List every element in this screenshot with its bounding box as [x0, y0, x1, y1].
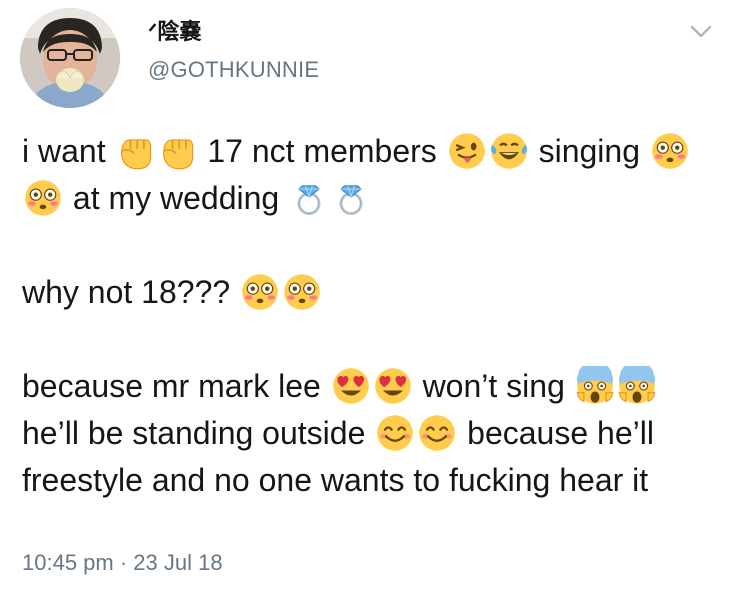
flushed-face-emoji-icon — [23, 178, 63, 218]
flushed-face-emoji-icon — [282, 272, 322, 312]
tweet-text-segment: singing — [538, 133, 640, 169]
ring-emoji-icon — [331, 178, 371, 218]
tweet-header: ᐟ陰嚢 @GOTHKUNNIE — [0, 0, 735, 112]
tweet-paragraph-3: because mr mark lee won’t sing he’ll be … — [22, 363, 722, 504]
smiling-face-with-heart-eyes-emoji-icon — [373, 366, 413, 406]
display-name[interactable]: ᐟ陰嚢 — [148, 19, 201, 45]
tweet-text: i want 17 nct members singing at my wedd… — [22, 128, 722, 504]
raised-fist-emoji-icon — [115, 131, 155, 171]
tweet-timestamp[interactable]: 10:45 pm · 23 Jul 18 — [22, 550, 223, 576]
smiling-face-emoji-icon — [417, 413, 457, 453]
tweet-text-segment: why not 18??? — [22, 274, 231, 310]
winking-face-with-tongue-emoji-icon — [447, 131, 487, 171]
user-handle[interactable]: @GOTHKUNNIE — [148, 57, 319, 83]
flushed-face-emoji-icon — [650, 131, 690, 171]
tweet-text-segment: he’ll be standing outside — [22, 415, 366, 451]
chevron-down-icon[interactable] — [688, 22, 714, 42]
tweet-paragraph-1: i want 17 nct members singing at my wedd… — [22, 128, 722, 222]
ring-emoji-icon — [289, 178, 329, 218]
tweet-text-segment: at my wedding — [72, 180, 280, 216]
tweet-text-segment: won’t sing — [422, 368, 565, 404]
smiling-face-emoji-icon — [375, 413, 415, 453]
face-screaming-in-fear-emoji-icon — [617, 366, 657, 406]
flushed-face-emoji-icon — [240, 272, 280, 312]
avatar[interactable] — [20, 8, 120, 108]
face-with-tears-of-joy-emoji-icon — [489, 131, 529, 171]
tweet-text-segment: because mr mark lee — [22, 368, 321, 404]
smiling-face-with-heart-eyes-emoji-icon — [331, 366, 371, 406]
raised-fist-emoji-icon — [157, 131, 197, 171]
tweet-text-segment: i want — [22, 133, 106, 169]
face-screaming-in-fear-emoji-icon — [575, 366, 615, 406]
tweet-paragraph-2: why not 18??? — [22, 269, 722, 316]
tweet-text-segment: 17 nct members — [207, 133, 437, 169]
